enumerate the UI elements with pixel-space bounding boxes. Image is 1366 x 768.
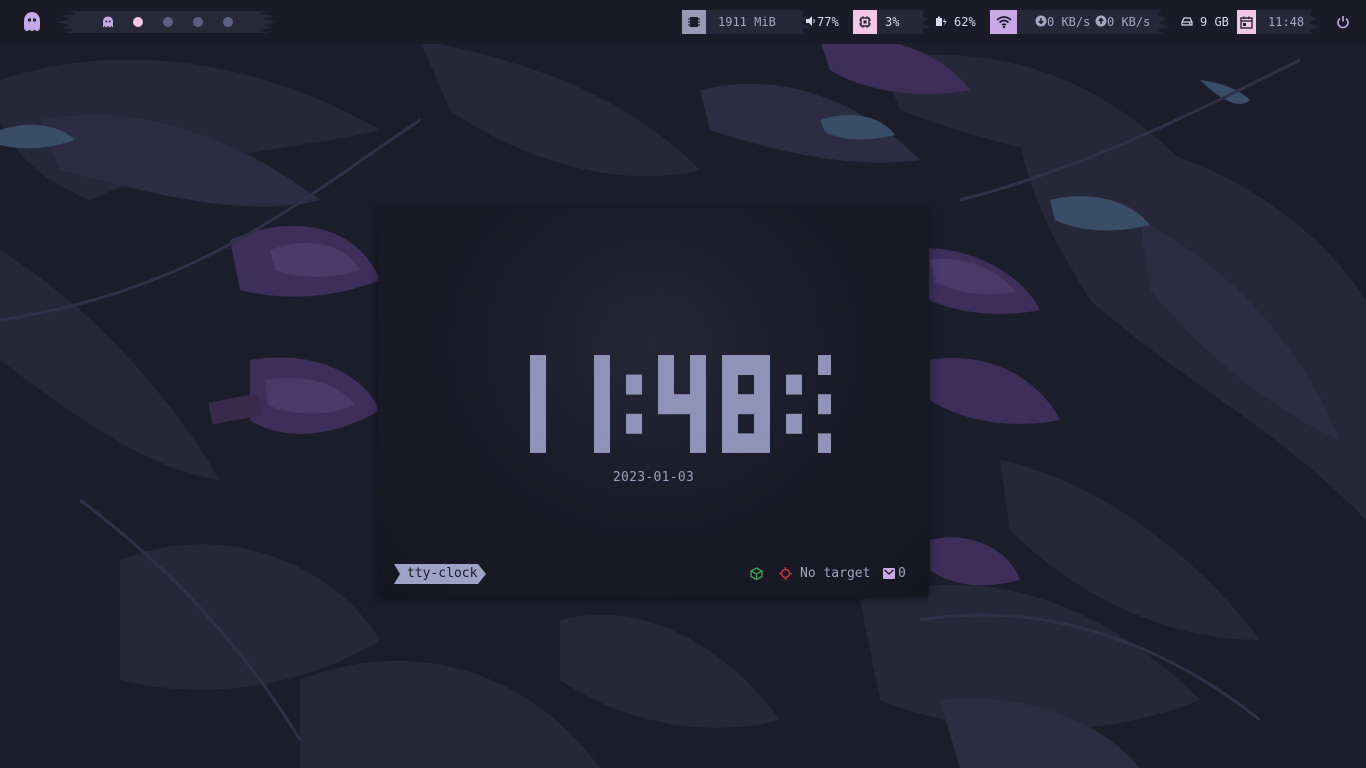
workspace-dot-4[interactable] [223,17,233,27]
clock-value[interactable]: 11:48 [1268,13,1304,31]
hard-drive-icon[interactable] [1181,15,1193,27]
clock-digit-block [738,394,754,415]
clock-digit-block [722,433,738,453]
cpu-value[interactable]: 3% [885,13,899,31]
network-brush-edge [1150,10,1170,34]
tab-label-tty-clock[interactable]: tty-clock [407,564,477,584]
clock-digit-block [818,355,831,375]
clock-digit-block [754,413,770,434]
cpu-brush-edge [913,10,931,34]
workspace-ghost-icon[interactable] [101,15,115,29]
clock-digit-block [738,433,754,453]
clock-digit-block [818,394,831,415]
clock-digit-block [818,433,831,453]
clock-digit-block [674,394,690,415]
clock-digit-block [722,374,738,395]
clock-colon-block [626,413,642,434]
ghost-icon[interactable] [20,10,44,34]
calendar-clock-icon [1237,10,1256,34]
clock-digit-block [594,374,610,395]
clock-digit-block [754,374,770,395]
clock-digit-block [594,355,610,375]
clock-digit-block [530,413,546,434]
clock-digit-block [690,394,706,415]
clock-digit-block [738,355,754,375]
memory-value[interactable]: 1911 MiB [718,13,776,31]
clock-digit-block [594,394,610,415]
cpu-icon [853,10,877,34]
target-status: No target [800,566,871,581]
clock-digit-block [530,433,546,453]
envelope-icon [883,568,895,579]
clock-digit-block [658,394,674,415]
memory-chip-icon [682,10,706,34]
volume-value[interactable]: 77% [817,13,839,31]
power-icon[interactable] [1336,15,1350,29]
clock-colon-block [786,374,802,395]
network-up-value[interactable]: 0 KB/s [1107,13,1150,31]
clock-digit-block [690,413,706,434]
clock-digit-block [658,355,674,375]
clock-date: 2023-01-03 [612,470,695,485]
clock-digit-block [722,394,738,415]
clock-brush-edge [1302,10,1320,34]
clock-digit-block [594,413,610,434]
terminal-window[interactable]: 2023-01-03 tty-clock No target 0 [378,208,929,597]
clock-colon-block [786,413,802,434]
clock-digit-block [530,374,546,395]
clock-digit-block [530,355,546,375]
clock-digit-block [754,355,770,375]
clock-colon-block [626,374,642,395]
cube-icon [750,567,763,580]
clock-digit-block [754,433,770,453]
network-down-value[interactable]: 0 KB/s [1047,13,1090,31]
workspace-dot-3[interactable] [193,17,203,27]
clock-digit-block [722,355,738,375]
workspace-dot-1[interactable] [133,17,143,27]
clock-digit-block [530,394,546,415]
crosshair-icon [779,567,792,580]
workspace-switcher [56,10,276,34]
message-count: 0 [898,566,906,581]
battery-charging-icon[interactable] [935,15,947,27]
disk-value[interactable]: 9 GB [1200,13,1229,31]
clock-digit-block [690,374,706,395]
clock-digit-block [754,394,770,415]
clock-digit-block [722,413,738,434]
arrow-down-circle-icon [1035,15,1047,27]
clock-digit-block [690,355,706,375]
clock-digit-block [594,433,610,453]
top-bar: 1911 MiB 77% 3% 62% 0 KB/s 0 KB/s 9 GB 1… [0,0,1366,44]
workspace-dot-2[interactable] [163,17,173,27]
clock-digit-block [658,374,674,395]
brush-edge-right [252,11,276,33]
clock-digit-block [690,433,706,453]
speaker-icon[interactable] [805,15,817,27]
wifi-icon[interactable] [990,10,1017,34]
battery-value[interactable]: 62% [954,13,976,31]
arrow-up-circle-icon [1095,15,1107,27]
clock-display [530,355,831,453]
